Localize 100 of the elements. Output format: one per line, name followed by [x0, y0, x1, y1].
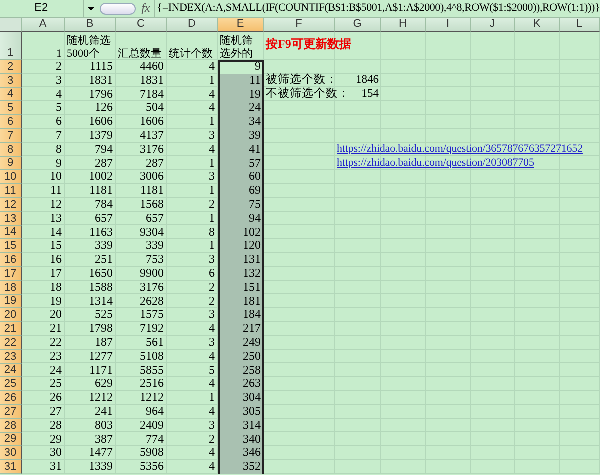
table-cell-text: 339	[94, 239, 114, 254]
row-header[interactable]: 10	[0, 170, 22, 184]
row-header[interactable]: 14	[0, 226, 22, 240]
row-header[interactable]: 11	[0, 184, 22, 198]
column-header[interactable]: F	[264, 18, 335, 32]
table-cell-text: 1606	[139, 115, 165, 129]
table-cell-text: 18	[49, 280, 63, 295]
table-cell-text: 3	[208, 418, 216, 433]
row-header[interactable]: 4	[0, 88, 22, 102]
column-header[interactable]: A	[22, 18, 65, 32]
table-cell-text: 3176	[139, 142, 165, 157]
column-header[interactable]: K	[515, 18, 560, 32]
column-header[interactable]: G	[335, 18, 381, 32]
table-cell-text: 汇总数量	[117, 46, 163, 60]
table-cell-text: 5908	[139, 446, 165, 460]
table-cell-text: 3	[208, 170, 216, 184]
select-all-corner[interactable]	[0, 18, 22, 32]
row-header[interactable]: 24	[0, 364, 22, 378]
column-header[interactable]: C	[116, 18, 167, 32]
row-header[interactable]: 2	[0, 60, 22, 74]
table-cell-text: 16	[49, 253, 63, 267]
selected-cell: 39	[218, 128, 264, 143]
selected-cell: 132	[218, 266, 264, 281]
row-header[interactable]: 9	[0, 156, 22, 170]
table-cell-text: 8	[55, 142, 63, 157]
column-header[interactable]: H	[381, 18, 426, 32]
row-header[interactable]: 29	[0, 432, 22, 446]
selected-cell: 57	[218, 156, 264, 170]
table-cell-text: 5	[55, 101, 63, 116]
table-cell: 154	[362, 88, 379, 100]
row-header[interactable]: 6	[0, 115, 22, 129]
table-cell-text: 241	[94, 404, 114, 419]
table-cell-text: 339	[145, 239, 165, 254]
link[interactable]: https://zhidao.baidu.com/question/365787676357271652	[337, 142, 583, 156]
table-cell-text: 30	[49, 446, 63, 460]
row-header[interactable]: 27	[0, 404, 22, 419]
table-cell-text: 1379	[88, 128, 114, 143]
table-cell-text: 4	[208, 88, 216, 102]
table-cell-text: 657	[94, 212, 114, 226]
table-cell-text: 19	[49, 294, 63, 308]
row-header[interactable]: 1	[0, 32, 22, 60]
row-header[interactable]: 8	[0, 142, 22, 157]
selected-cell: 250	[218, 350, 264, 364]
row-header[interactable]: 17	[0, 266, 22, 281]
table-cell-text: 1	[208, 156, 216, 170]
table-cell-text: 1181	[88, 184, 114, 198]
table-cell-text: 525	[94, 308, 114, 322]
row-header[interactable]: 21	[0, 322, 22, 336]
table-cell-text: 3	[208, 308, 216, 322]
fx-button[interactable]: fx	[136, 0, 154, 17]
table-cell-text: 7184	[139, 88, 165, 102]
row-header[interactable]: 31	[0, 460, 22, 474]
row-header[interactable]: 7	[0, 128, 22, 143]
table-cell-text: 1	[208, 115, 216, 129]
row-header[interactable]: 13	[0, 212, 22, 226]
column-header[interactable]: E	[218, 18, 264, 32]
row-header[interactable]: 20	[0, 308, 22, 322]
table-cell-text: 387	[94, 432, 114, 446]
table-cell-text: 9	[55, 156, 63, 170]
column-header[interactable]: I	[426, 18, 471, 32]
table-cell-text: 6	[55, 115, 63, 129]
row-header[interactable]: 23	[0, 350, 22, 364]
table-cell-text: 9900	[139, 266, 165, 281]
link[interactable]: https://zhidao.baidu.com/question/203087705	[337, 156, 534, 170]
label-text: 不被筛选个数：	[266, 88, 350, 100]
row-header[interactable]: 19	[0, 294, 22, 308]
table-cell-text: 9304	[139, 226, 165, 240]
table-cell-text: 随机筛选外的	[219, 34, 254, 60]
column-header[interactable]: D	[167, 18, 218, 32]
row-header[interactable]: 5	[0, 101, 22, 116]
row-header[interactable]: 3	[0, 74, 22, 88]
row-header[interactable]: 25	[0, 377, 22, 392]
table-cell-text: 126	[94, 101, 114, 116]
row-header[interactable]: 28	[0, 418, 22, 433]
table-cell-text: 3	[55, 74, 63, 88]
row-header[interactable]: 30	[0, 446, 22, 460]
selected-cell: 102	[218, 226, 264, 240]
row-header[interactable]: 15	[0, 239, 22, 254]
selected-cell: 181	[218, 294, 264, 308]
table-cell-text: 784	[94, 198, 114, 212]
selected-cell: 184	[218, 308, 264, 322]
row-header[interactable]: 16	[0, 253, 22, 267]
caret-icon[interactable]	[86, 6, 96, 12]
table-cell-text: 2516	[139, 377, 165, 392]
column-header[interactable]: L	[560, 18, 600, 32]
column-header[interactable]: J	[471, 18, 515, 32]
selected-cell: 19	[218, 88, 264, 102]
formula-field[interactable]: {=INDEX(A:A,SMALL(IF(COUNTIF(B$1:B$5001,A$1:A$2000),4^8,ROW($1:$2000)),ROW(1:1)))}	[154, 0, 600, 17]
table-cell-text: 1568	[139, 198, 165, 212]
table-cell-text: 15	[49, 239, 63, 254]
row-header[interactable]: 26	[0, 391, 22, 405]
column-header[interactable]: B	[65, 18, 116, 32]
table-cell-text: 4460	[139, 60, 165, 74]
table-cell-text: 4	[208, 404, 216, 419]
table-cell-text: 2628	[139, 294, 165, 308]
row-header[interactable]: 12	[0, 198, 22, 212]
table-cell-text: 1588	[88, 280, 114, 295]
row-header[interactable]: 18	[0, 280, 22, 295]
row-header[interactable]: 22	[0, 336, 22, 350]
table-cell-text: 561	[145, 336, 165, 350]
